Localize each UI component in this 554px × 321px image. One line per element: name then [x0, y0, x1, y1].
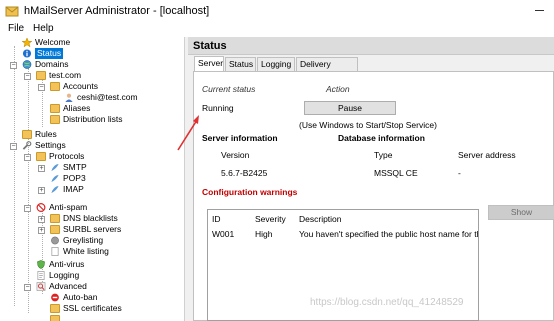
watermark: https://blog.csdn.net/qq_41248529 [310, 297, 464, 308]
annotation-arrow [177, 115, 199, 151]
